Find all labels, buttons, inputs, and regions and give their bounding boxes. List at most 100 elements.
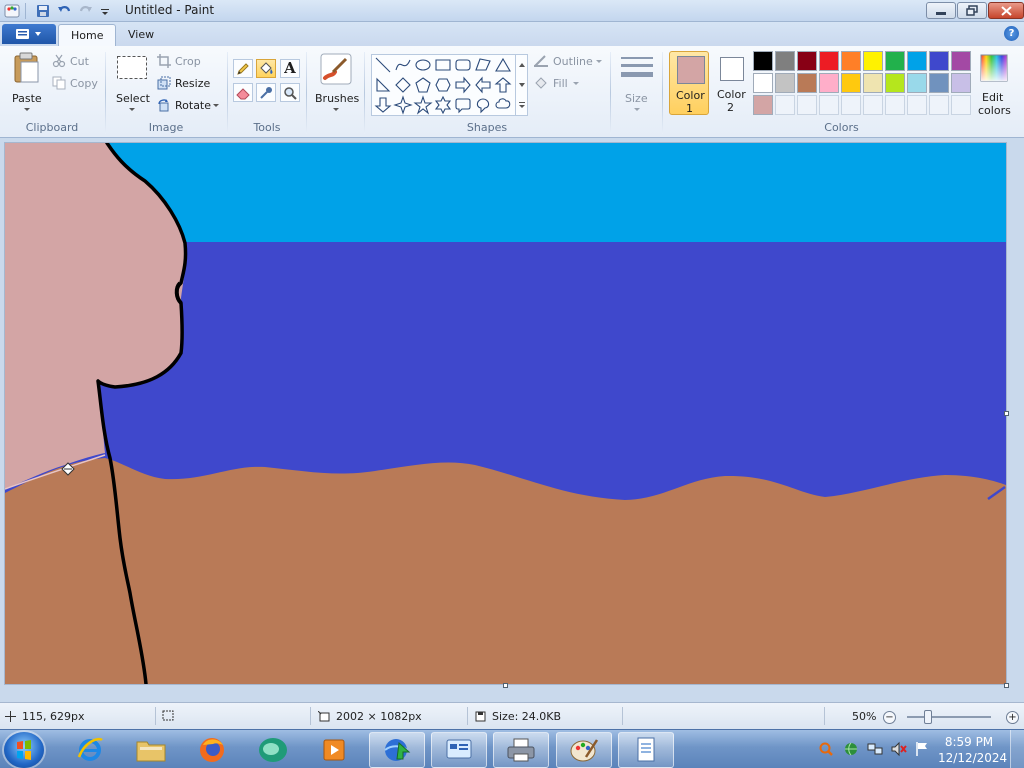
system-clock[interactable]: 8:59 PM 12/12/2024: [938, 734, 1007, 766]
zoom-slider-track[interactable]: [907, 716, 991, 718]
redo-icon[interactable]: [78, 3, 94, 19]
shape-triangle-icon[interactable]: [495, 57, 511, 72]
shapes-scroll-up[interactable]: [515, 55, 527, 75]
palette-swatch[interactable]: [863, 51, 883, 71]
select-dropdown-icon[interactable]: [128, 107, 136, 112]
palette-swatch[interactable]: [775, 73, 795, 93]
shape-pentagon-icon[interactable]: [415, 77, 431, 93]
customize-quick-access-icon[interactable]: [99, 3, 111, 19]
close-button[interactable]: [988, 2, 1024, 19]
shape-rounded-callout-icon[interactable]: [455, 98, 471, 114]
resize-handle-bottom[interactable]: [503, 683, 508, 688]
text-tool[interactable]: A: [280, 59, 300, 78]
paste-dropdown-icon[interactable]: [23, 107, 31, 112]
shape-line-icon[interactable]: [375, 57, 391, 73]
pencil-tool[interactable]: [233, 59, 253, 78]
palette-swatch[interactable]: [841, 73, 861, 93]
palette-swatch[interactable]: [819, 73, 839, 93]
palette-swatch[interactable]: [907, 51, 927, 71]
palette-swatch[interactable]: [929, 73, 949, 93]
tab-home[interactable]: Home: [58, 24, 117, 46]
shape-oval-callout-icon[interactable]: [476, 98, 490, 114]
color2-button[interactable]: Color 2: [711, 51, 751, 115]
palette-swatch-empty[interactable]: [929, 95, 949, 115]
shape-polygon-icon[interactable]: [475, 58, 491, 71]
tray-network-icon[interactable]: [867, 741, 883, 757]
palette-swatch[interactable]: [907, 73, 927, 93]
palette-swatch[interactable]: [885, 51, 905, 71]
palette-swatch-empty[interactable]: [841, 95, 861, 115]
save-icon[interactable]: [35, 3, 51, 19]
palette-swatch-empty[interactable]: [863, 95, 883, 115]
shape-rounded-rectangle-icon[interactable]: [455, 59, 471, 71]
zoom-in-button[interactable]: +: [1006, 711, 1019, 724]
shape-right-arrow-icon[interactable]: [455, 76, 471, 94]
palette-swatch-empty[interactable]: [797, 95, 817, 115]
show-desktop-button[interactable]: [1010, 730, 1024, 768]
help-icon[interactable]: ?: [1004, 26, 1019, 41]
paint-app-icon[interactable]: [4, 3, 20, 19]
resize-button[interactable]: Resize: [157, 75, 215, 93]
paste-button[interactable]: Paste: [8, 50, 46, 116]
palette-swatch-empty[interactable]: [907, 95, 927, 115]
taskbar-app-green[interactable]: [245, 732, 301, 768]
color1-button[interactable]: Color 1: [669, 51, 709, 115]
restore-button[interactable]: [957, 2, 987, 19]
drawing-canvas[interactable]: [5, 143, 1006, 684]
tab-view[interactable]: View: [116, 24, 166, 46]
palette-swatch[interactable]: [951, 51, 971, 71]
taskbar-internet-explorer[interactable]: [62, 732, 118, 768]
taskbar-paint[interactable]: [556, 732, 612, 768]
palette-swatch-empty[interactable]: [885, 95, 905, 115]
edit-colors-button[interactable]: Edit colors: [975, 50, 1013, 117]
palette-swatch[interactable]: [753, 73, 773, 93]
rotate-button[interactable]: Rotate: [157, 97, 221, 115]
palette-swatch[interactable]: [753, 95, 773, 115]
taskbar-media-player[interactable]: [306, 732, 362, 768]
shape-five-point-star-icon[interactable]: [413, 95, 433, 115]
fill-button[interactable]: Fill: [533, 75, 585, 93]
cut-button[interactable]: Cut: [52, 53, 100, 71]
taskbar-printer[interactable]: [493, 732, 549, 768]
shape-right-triangle-icon[interactable]: [376, 77, 391, 92]
palette-swatch[interactable]: [863, 73, 883, 93]
tray-volume-muted-icon[interactable]: [891, 741, 907, 757]
palette-swatch-empty[interactable]: [819, 95, 839, 115]
magnifier-tool[interactable]: [280, 83, 300, 102]
select-button[interactable]: Select: [112, 50, 152, 116]
palette-swatch[interactable]: [841, 51, 861, 71]
zoom-out-button[interactable]: −: [883, 711, 896, 724]
tray-action-center-flag-icon[interactable]: [914, 741, 930, 757]
palette-swatch[interactable]: [753, 51, 773, 71]
palette-swatch[interactable]: [775, 51, 795, 71]
shape-oval-icon[interactable]: [415, 59, 431, 71]
palette-swatch[interactable]: [797, 73, 817, 93]
shape-hexagon-icon[interactable]: [435, 78, 451, 92]
file-menu-button[interactable]: [2, 24, 56, 44]
palette-swatch[interactable]: [951, 73, 971, 93]
shape-curve-icon[interactable]: [395, 59, 411, 71]
taskbar-firefox[interactable]: [184, 732, 240, 768]
resize-handle-right[interactable]: [1004, 411, 1009, 416]
undo-icon[interactable]: [56, 3, 72, 19]
shape-six-point-star-icon[interactable]: [434, 95, 452, 115]
shape-down-arrow-icon[interactable]: [374, 97, 392, 113]
eraser-tool[interactable]: [233, 83, 253, 102]
brushes-button[interactable]: Brushes: [313, 50, 359, 116]
shapes-expand[interactable]: [515, 95, 527, 115]
taskbar-download-manager[interactable]: [369, 732, 425, 768]
resize-handle-corner[interactable]: [1004, 683, 1009, 688]
palette-swatch-empty[interactable]: [951, 95, 971, 115]
copy-button[interactable]: Copy: [52, 75, 100, 93]
tray-search-icon[interactable]: [818, 741, 834, 757]
fill-tool[interactable]: [256, 59, 276, 78]
shape-left-arrow-icon[interactable]: [475, 76, 491, 94]
shapes-scroll-down[interactable]: [515, 75, 527, 95]
shape-cloud-callout-icon[interactable]: [495, 98, 511, 109]
size-button[interactable]: Size: [617, 50, 657, 116]
palette-swatch[interactable]: [797, 51, 817, 71]
shape-rectangle-icon[interactable]: [435, 59, 451, 71]
minimize-button[interactable]: [926, 2, 956, 19]
color-picker-tool[interactable]: [256, 83, 276, 102]
taskbar-control-panel[interactable]: [431, 732, 487, 768]
